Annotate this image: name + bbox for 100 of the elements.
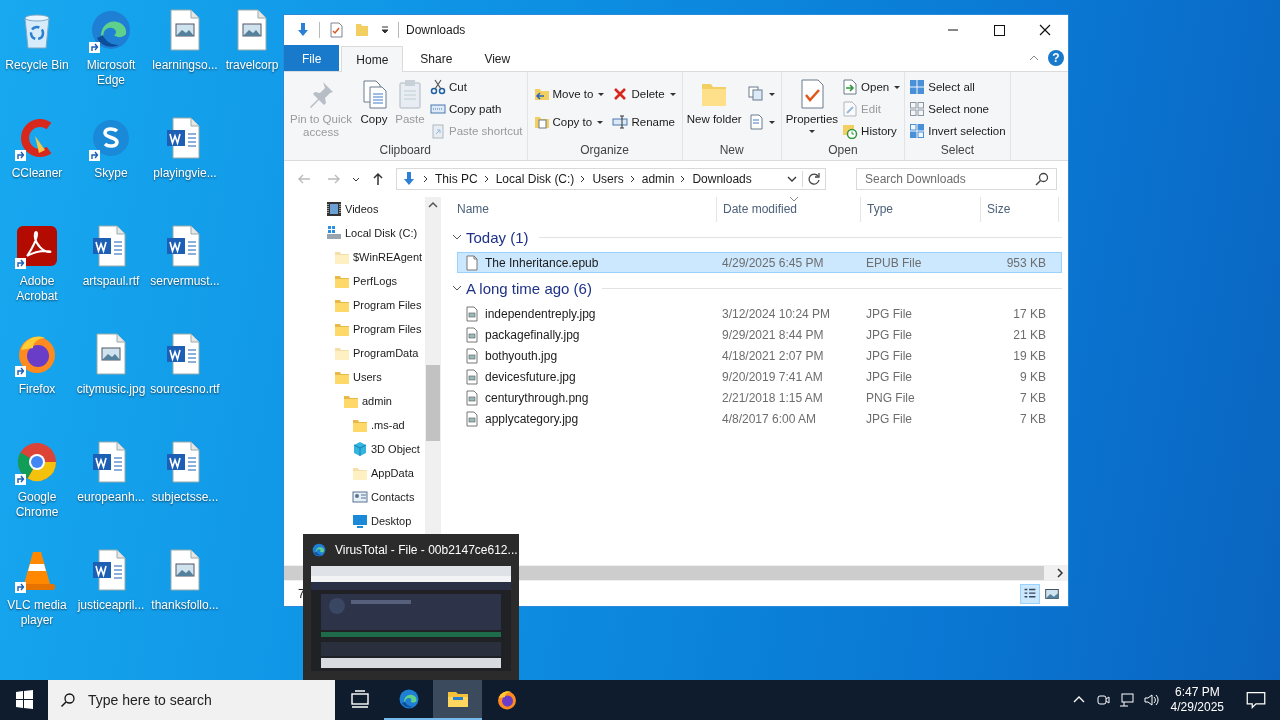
breadcrumb[interactable]: Local Disk (C:) [495,172,575,186]
ribbon-button[interactable]: Invert selection [907,120,1008,142]
folder-icon [334,369,350,385]
table-cell-text: 9/20/2019 7:41 AM [721,369,824,384]
file-row[interactable]: centurythrough.png 2/21/2018 1:15 AM PNG File 7 KB [457,387,1062,408]
scroll-thumb[interactable] [426,365,440,441]
file-name: bothyouth.jpg [485,348,558,363]
caret-icon [669,92,676,96]
folder-icon [352,417,368,433]
volume-icon[interactable] [1142,692,1159,708]
nav-tree-item[interactable]: Local Disk (C:) [345,227,418,239]
table-cell-text: 17 KB [1012,306,1047,321]
caret-icon [597,120,604,124]
help-button[interactable]: ? [1048,50,1064,66]
chevron-icon[interactable] [422,174,430,184]
column-header[interactable]: Type [861,197,981,222]
caret-icon [808,130,815,133]
ribbon-button[interactable]: Properties [783,76,841,135]
caret-icon [598,92,605,96]
nav-tree-item[interactable]: Program Files [353,299,422,311]
breadcrumb[interactable]: Users [592,172,624,186]
ribbon-group-label: Select [939,142,976,159]
nav-tree-item[interactable]: $WinREAgent [353,251,423,263]
nav-tree-item[interactable]: PerfLogs [353,275,398,287]
ribbon-tab[interactable]: View [469,45,526,71]
caret-icon [894,85,901,89]
column-header[interactable]: Size [981,197,1059,222]
grid-outline-icon [909,101,926,117]
nav-tree-item[interactable]: Users [353,371,382,383]
breadcrumb[interactable]: admin [641,172,675,186]
ribbon-tab[interactable]: Share [405,45,468,71]
clock-date: 4/29/2025 [1170,700,1224,715]
file-row[interactable]: applycategory.jpg 4/8/2017 6:00 AM JPG File 7 KB [457,408,1062,429]
camera-icon[interactable] [1094,692,1111,708]
history-icon [842,123,859,139]
table-cell-text: 7 KB [1019,411,1047,426]
table-cell-text: 4/8/2017 6:00 AM [721,411,818,426]
window-title: Downloads [406,23,466,37]
file-row[interactable]: devicesfuture.jpg 9/20/2019 7:41 AM JPG File 9 KB [457,366,1062,387]
taskbar-app-button[interactable] [433,680,482,720]
ribbon-button[interactable]: History [840,120,903,142]
caret-icon [768,120,775,124]
ribbon-button[interactable]: Cut [428,76,525,98]
column-header[interactable]: Date modified [717,197,861,222]
ribbon-button[interactable]: Copy path [428,98,525,120]
chevron-icon[interactable] [628,174,637,184]
faded-folder-icon [352,465,368,481]
checklist-icon[interactable] [328,22,344,38]
ribbon-button[interactable]: New folder [684,76,744,128]
breadcrumb[interactable]: This PC [435,172,478,186]
ribbon-button[interactable]: Move to [531,83,607,105]
taskbar-search-field[interactable]: Type here to search [86,691,335,709]
preview-title: VirusTotal - File - 00b2147ce612... [335,543,518,557]
ribbon-button[interactable]: Select all [907,76,1008,98]
group-header[interactable]: A long time ago (6) [466,279,592,297]
open-icon [842,79,859,95]
file-row[interactable]: independentreply.jpg 3/12/2024 10:24 PM JPG File 17 KB [457,303,1062,324]
clock[interactable]: 6:47 PM 4/29/2025 [1170,685,1224,715]
dropdown-icon[interactable] [380,25,390,35]
nav-tree-item[interactable]: .ms-ad [371,419,405,431]
chevron-icon[interactable] [482,174,491,184]
ribbon-button[interactable]: Open [840,76,903,98]
folder-icon [334,273,350,289]
ribbon-tab[interactable]: Home [341,46,404,72]
nav-tree-item[interactable]: admin [362,395,392,407]
ribbon-button[interactable]: Copy to [531,111,607,133]
ribbon-button[interactable]: Delete [610,83,678,105]
ribbon-tab[interactable]: File [284,45,340,71]
path-icon [430,101,446,117]
nav-tree-item[interactable]: Contacts [371,491,415,503]
table-cell-text: EPUB File [865,255,923,270]
download-arrow-icon[interactable] [295,22,311,38]
address-bar[interactable]: This PC Local Disk (C:) Users admin Downloads [396,168,826,190]
table-cell-text: 7 KB [1019,390,1047,405]
contact-card-icon [352,489,368,505]
breadcrumb[interactable]: Downloads [692,172,752,186]
nav-tree-item[interactable]: Program Files [353,323,422,335]
file-row[interactable]: bothyouth.jpg 4/18/2021 2:07 PM JPG File 19 KB [457,345,1062,366]
details-view-button[interactable] [1020,583,1040,604]
file-row[interactable]: packagefinally.jpg 9/29/2021 8:44 PM JPG File 21 KB [457,324,1062,345]
nav-tree-item[interactable]: AppData [371,467,414,479]
notification-icon[interactable] [1246,690,1266,710]
search-field[interactable]: Search Downloads [863,172,1034,186]
file-row[interactable]: The Inheritance.epub 4/29/2025 6:45 PM EPUB File 953 KB [457,252,1062,273]
ribbon-button[interactable]: Copy [356,76,392,128]
group-header[interactable]: Today (1) [466,228,529,246]
network-icon[interactable] [1118,692,1135,708]
taskbar-search-box[interactable]: Type here to search [48,680,335,720]
rename-icon [612,114,629,130]
image-file-icon [464,326,480,343]
ribbon-button[interactable]: Select none [907,98,1008,120]
column-header[interactable]: Name [451,197,717,222]
nav-tree-item[interactable]: Videos [345,203,379,215]
blank-file-icon [464,254,480,271]
search-box[interactable]: Search Downloads [856,168,1057,190]
window-preview-tooltip[interactable]: VirusTotal - File - 00b2147ce612... [303,534,519,680]
nav-tree-item[interactable]: Desktop [371,515,412,527]
nav-tree-item[interactable]: 3D Object [371,443,420,455]
nav-tree-item[interactable]: ProgramData [353,347,419,359]
ribbon-button[interactable]: Rename [610,111,678,133]
